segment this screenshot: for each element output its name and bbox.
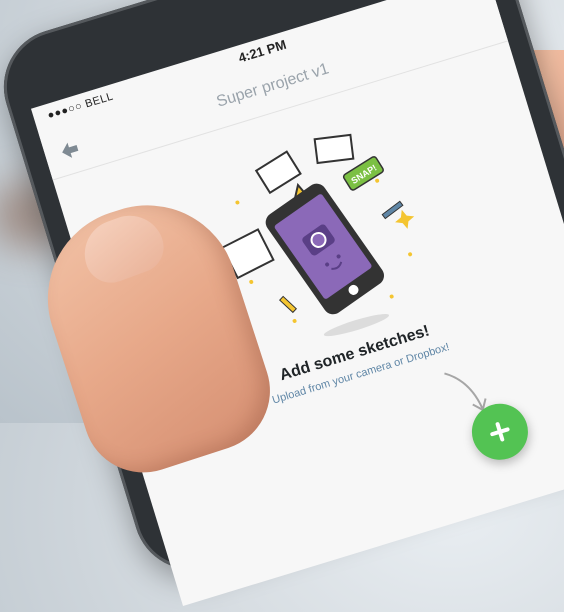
phone-camera-illustration (265, 183, 384, 315)
plus-icon (490, 422, 510, 442)
photo-scene: ●●●○○ BELL 4:21 PM Super project v1 SNAP… (0, 0, 564, 607)
